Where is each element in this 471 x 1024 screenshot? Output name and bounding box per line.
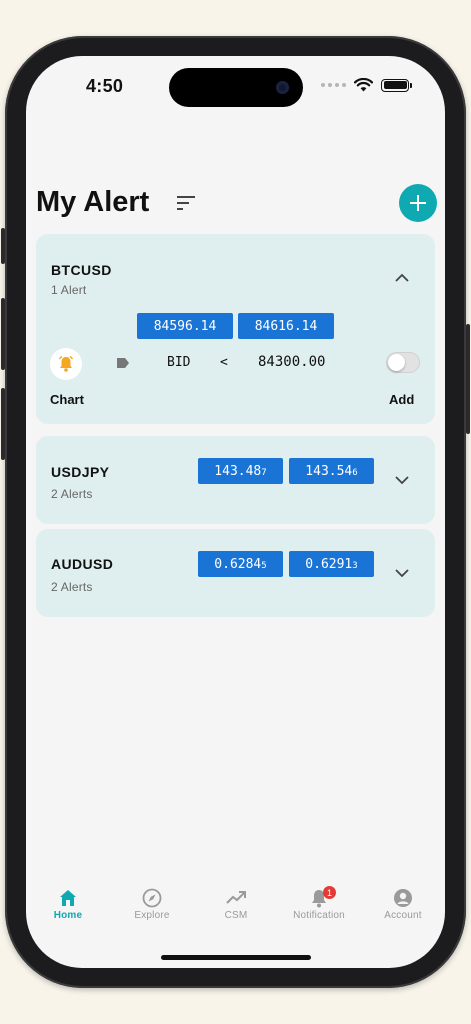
tab-label: Home xyxy=(53,910,83,921)
compass-icon xyxy=(142,888,162,908)
ask-price-box: 84616.14 xyxy=(238,313,334,339)
chart-link[interactable]: Chart xyxy=(50,392,84,407)
chevron-down-icon[interactable] xyxy=(395,476,409,485)
tab-home[interactable]: Home xyxy=(26,888,110,921)
plus-icon xyxy=(410,195,426,211)
symbol-name: AUDUSD xyxy=(51,556,114,572)
status-time: 4:50 xyxy=(86,76,124,96)
camera-icon xyxy=(276,81,289,94)
ask-price: 84616.14 xyxy=(254,318,318,334)
signal-icon xyxy=(321,83,346,87)
tab-explore[interactable]: Explore xyxy=(110,888,194,921)
home-icon xyxy=(60,890,76,906)
alert-bell-button[interactable] xyxy=(50,348,82,380)
tab-csm[interactable]: CSM xyxy=(194,888,278,921)
tab-label: CSM xyxy=(224,910,248,921)
app-screen: 4:50 My Alert BTCUSD 1 Alert 84596.14 84… xyxy=(26,56,445,968)
ask-price: 143.54 xyxy=(305,463,353,479)
add-link[interactable]: Add xyxy=(389,392,414,407)
chevron-down-icon[interactable] xyxy=(395,569,409,578)
notification-badge: 1 xyxy=(323,886,336,899)
bid-price: 84596.14 xyxy=(153,318,217,334)
battery-icon xyxy=(381,78,412,92)
alert-count: 1 Alert xyxy=(51,283,87,297)
volume-down-button xyxy=(1,388,5,460)
page-title: My Alert xyxy=(36,186,150,218)
alert-card-audusd[interactable]: AUDUSD 2 Alerts 0.6284 5 0.6291 3 xyxy=(36,529,435,617)
symbol-name: USDJPY xyxy=(51,464,110,480)
bid-price: 143.48 xyxy=(214,463,262,479)
tab-label: Account xyxy=(384,910,422,921)
rule-operator: < xyxy=(220,355,228,370)
bottom-tab-bar: Home Explore CSM 1 Notification Account xyxy=(26,886,445,930)
dynamic-island xyxy=(169,68,303,107)
tab-label: Notification xyxy=(293,910,345,921)
account-icon xyxy=(394,889,412,907)
ask-price: 0.6291 xyxy=(305,556,353,572)
chevron-up-icon[interactable] xyxy=(395,273,409,282)
volume-up-button xyxy=(1,298,5,370)
home-indicator xyxy=(161,955,311,960)
rule-side: BID xyxy=(167,355,191,370)
bid-price-box: 0.6284 5 xyxy=(198,551,283,577)
ask-price-pip: 3 xyxy=(352,561,358,571)
add-alert-button[interactable] xyxy=(399,184,437,222)
status-icons xyxy=(321,78,412,92)
page-header: My Alert xyxy=(36,184,437,224)
ask-price-box: 0.6291 3 xyxy=(289,551,374,577)
bid-price: 0.6284 xyxy=(214,556,262,572)
ask-price-box: 143.54 6 xyxy=(289,458,374,484)
bid-price-pip: 7 xyxy=(261,468,267,478)
rule-price: 84300.00 xyxy=(258,354,326,370)
alert-count: 2 Alerts xyxy=(51,487,93,501)
bell-icon xyxy=(58,355,74,372)
label-icon xyxy=(117,358,129,368)
alert-card-usdjpy[interactable]: USDJPY 2 Alerts 143.48 7 143.54 6 xyxy=(36,436,435,524)
sort-icon[interactable] xyxy=(177,196,197,210)
alert-card-btcusd[interactable]: BTCUSD 1 Alert 84596.14 84616.14 BID < 8… xyxy=(36,234,435,424)
toggle-knob xyxy=(388,354,405,371)
power-button xyxy=(466,324,470,434)
bid-price-box: 84596.14 xyxy=(137,313,233,339)
symbol-name: BTCUSD xyxy=(51,262,112,278)
bid-price-pip: 5 xyxy=(261,561,267,571)
ask-price-pip: 6 xyxy=(352,468,358,478)
trend-icon xyxy=(226,891,246,904)
action-button xyxy=(1,228,5,264)
tab-label: Explore xyxy=(134,910,170,921)
tab-notification[interactable]: 1 Notification xyxy=(277,886,361,921)
alert-count: 2 Alerts xyxy=(51,580,93,594)
wifi-icon xyxy=(354,78,373,92)
bid-price-box: 143.48 7 xyxy=(198,458,283,484)
tab-account[interactable]: Account xyxy=(361,888,445,921)
alert-toggle[interactable] xyxy=(386,352,420,373)
